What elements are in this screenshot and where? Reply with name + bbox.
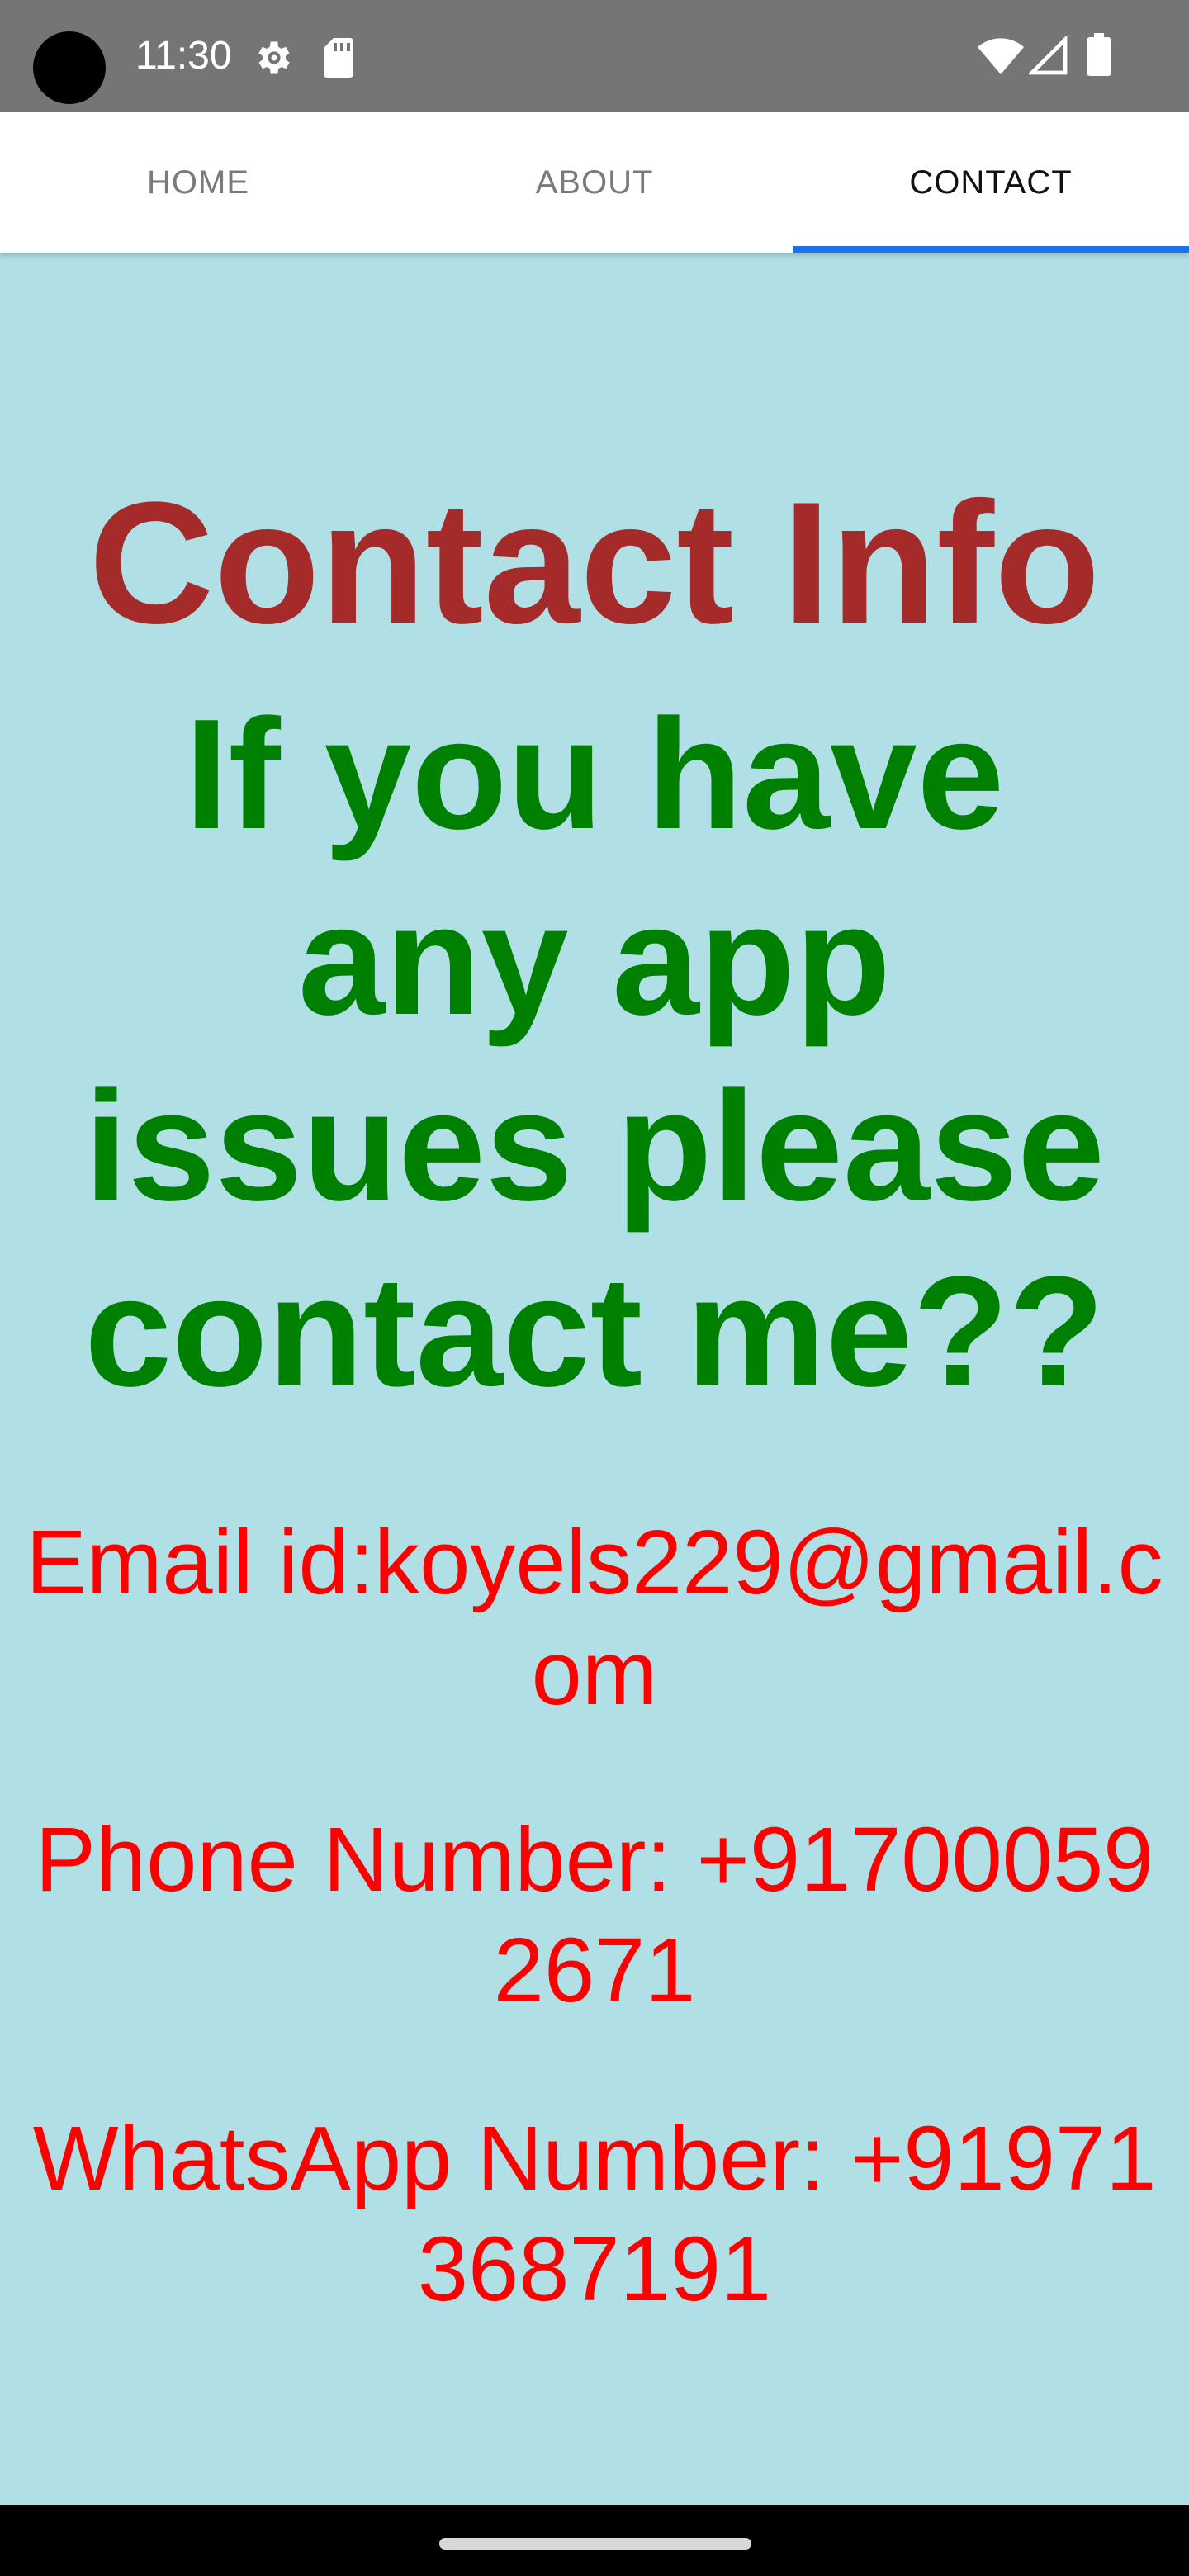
status-bar: 11:30 — [0, 0, 1189, 112]
tab-contact-label: CONTACT — [909, 163, 1073, 201]
status-time: 11:30 — [135, 34, 232, 78]
contact-content: Contact Info If you have any app issues … — [0, 253, 1189, 2505]
phone-text: Phone Number: +917000592671 — [35, 1809, 1154, 2021]
camera-cutout — [33, 31, 106, 104]
sd-card-icon — [324, 38, 353, 78]
tab-home-label: HOME — [147, 163, 249, 201]
email-text: Email id:koyels229@gmail.com — [26, 1512, 1163, 1724]
contact-prompt: If you have any app issues please contac… — [84, 687, 1105, 1419]
tab-home[interactable]: HOME — [0, 112, 396, 253]
settings-gear-icon — [258, 41, 290, 74]
battery-icon — [1087, 33, 1111, 76]
tab-bar: HOME ABOUT CONTACT — [0, 112, 1189, 253]
home-gesture-handle[interactable] — [439, 2538, 751, 2550]
active-tab-indicator — [793, 246, 1189, 253]
contact-screen: 11:30 HOME ABOUT CONTACT Contact Info If… — [0, 0, 1189, 2576]
whatsapp-text: WhatsApp Number: +919713687191 — [32, 2108, 1157, 2320]
system-navigation-bar — [0, 2505, 1189, 2576]
tab-contact[interactable]: CONTACT — [793, 112, 1189, 253]
tab-about[interactable]: ABOUT — [396, 112, 793, 253]
page-title: Contact Info — [88, 466, 1101, 660]
cell-signal-icon — [1029, 36, 1068, 75]
tab-about-label: ABOUT — [535, 163, 654, 201]
wifi-icon — [978, 38, 1024, 74]
